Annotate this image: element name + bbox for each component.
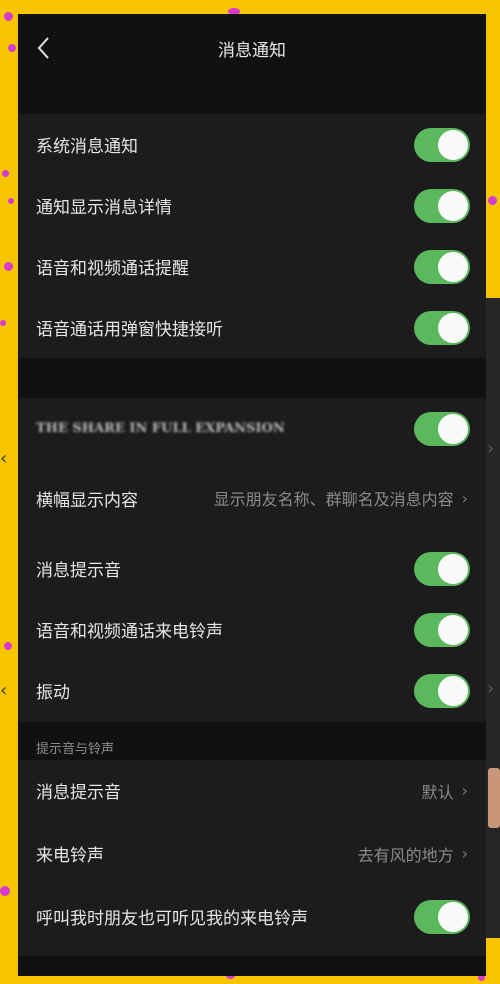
blurred-setting-toggle[interactable] bbox=[414, 411, 470, 446]
background-dot bbox=[0, 886, 10, 896]
chevron-right-icon: › bbox=[461, 844, 468, 863]
background-dot bbox=[0, 320, 6, 326]
background-dot bbox=[8, 198, 14, 204]
right-side-panel: › › bbox=[486, 298, 500, 938]
background-dot bbox=[2, 170, 9, 177]
ringtone-value: 去有风的地方 bbox=[357, 845, 454, 865]
row-call-reminder: 语音和视频通话提醒 bbox=[18, 236, 486, 297]
partial-photo bbox=[488, 768, 500, 828]
toggle-knob bbox=[438, 614, 468, 645]
row-label: 语音和视频通话提醒 bbox=[36, 259, 189, 279]
toggle-knob bbox=[438, 190, 468, 221]
row-system-notification: 系统消息通知 bbox=[18, 114, 486, 175]
row-ringtone[interactable]: 来电铃声 去有风的地方 › bbox=[18, 823, 486, 884]
vibrate-toggle[interactable] bbox=[414, 673, 470, 708]
call-reminder-toggle[interactable] bbox=[414, 249, 470, 284]
row-banner-content[interactable]: 横幅显示内容 显示朋友名称、群聊名及消息内容 › bbox=[18, 466, 486, 530]
row-label: 系统消息通知 bbox=[36, 137, 138, 157]
toggle-knob bbox=[438, 901, 468, 932]
chevron-right-icon: › bbox=[461, 488, 468, 508]
row-label: 通知显示消息详情 bbox=[36, 198, 172, 218]
row-label: 语音和视频通话来电铃声 bbox=[36, 622, 223, 642]
system-notification-toggle[interactable] bbox=[414, 127, 470, 162]
section-title: 提示音与铃声 bbox=[36, 742, 115, 757]
right-edge-chevron-icon: › bbox=[487, 678, 495, 699]
row-friends-hear-ringtone: 呼叫我时朋友也可听见我的来电铃声 bbox=[18, 886, 486, 947]
toggle-knob bbox=[438, 251, 468, 282]
row-label: 消息提示音 bbox=[36, 561, 121, 581]
row-show-details: 通知显示消息详情 bbox=[18, 175, 486, 236]
page-title: 消息通知 bbox=[218, 40, 286, 61]
back-arrow-icon[interactable] bbox=[32, 34, 56, 62]
background-dot bbox=[4, 12, 13, 21]
background-dot bbox=[8, 44, 16, 52]
toggle-knob bbox=[438, 675, 468, 706]
friends-hear-ringtone-toggle[interactable] bbox=[414, 899, 470, 934]
call-ringtone-toggle[interactable] bbox=[414, 612, 470, 647]
row-vibrate: 振动 bbox=[18, 660, 486, 721]
sound-settings-group: 消息提示音 默认 › 来电铃声 去有风的地方 › 呼叫我时朋友也可听见我的来电铃… bbox=[18, 760, 486, 956]
toggle-knob bbox=[438, 553, 468, 584]
popup-answer-toggle[interactable] bbox=[414, 310, 470, 345]
row-popup-answer: 语音通话用弹窗快捷接听 bbox=[18, 297, 486, 358]
phone-screen: 消息通知 系统消息通知 通知显示消息详情 语音和视频通话提醒 语音通话用弹窗快捷… bbox=[18, 14, 486, 976]
row-call-ringtone-toggle: 语音和视频通话来电铃声 bbox=[18, 599, 486, 660]
notification-settings-group: 系统消息通知 通知显示消息详情 语音和视频通话提醒 语音通话用弹窗快捷接听 bbox=[18, 114, 486, 358]
row-label: 消息提示音 bbox=[36, 783, 121, 803]
row-label: 语音通话用弹窗快捷接听 bbox=[36, 320, 223, 340]
toggle-knob bbox=[438, 129, 468, 160]
show-details-toggle[interactable] bbox=[414, 188, 470, 223]
message-tone-toggle[interactable] bbox=[414, 551, 470, 586]
left-edge-chevron-icon: ‹ bbox=[0, 680, 8, 701]
right-edge-chevron-icon: › bbox=[487, 438, 495, 459]
background-dot bbox=[4, 642, 12, 650]
toggle-knob bbox=[438, 312, 468, 343]
row-message-tone[interactable]: 消息提示音 默认 › bbox=[18, 760, 486, 821]
background-dot bbox=[488, 196, 497, 205]
navigation-bar: 消息通知 bbox=[18, 14, 486, 82]
message-tone-value: 默认 bbox=[421, 782, 454, 802]
row-label: 振动 bbox=[36, 683, 70, 703]
row-label: 横幅显示内容 bbox=[36, 490, 138, 511]
row-message-tone-toggle: 消息提示音 bbox=[18, 538, 486, 599]
row-label: 来电铃声 bbox=[36, 846, 104, 866]
display-settings-group: THE SHARE IN FULL EXPANSION 横幅显示内容 显示朋友名… bbox=[18, 398, 486, 722]
row-blurred-setting: THE SHARE IN FULL EXPANSION bbox=[18, 398, 486, 459]
toggle-knob bbox=[438, 413, 468, 444]
left-edge-chevron-icon: ‹ bbox=[0, 448, 8, 469]
background-dot bbox=[4, 262, 13, 271]
banner-content-value: 显示朋友名称、群聊名及消息内容 bbox=[213, 490, 454, 509]
row-label: 呼叫我时朋友也可听见我的来电铃声 bbox=[36, 909, 308, 929]
blurred-label: THE SHARE IN FULL EXPANSION bbox=[36, 421, 285, 436]
chevron-right-icon: › bbox=[461, 781, 468, 800]
